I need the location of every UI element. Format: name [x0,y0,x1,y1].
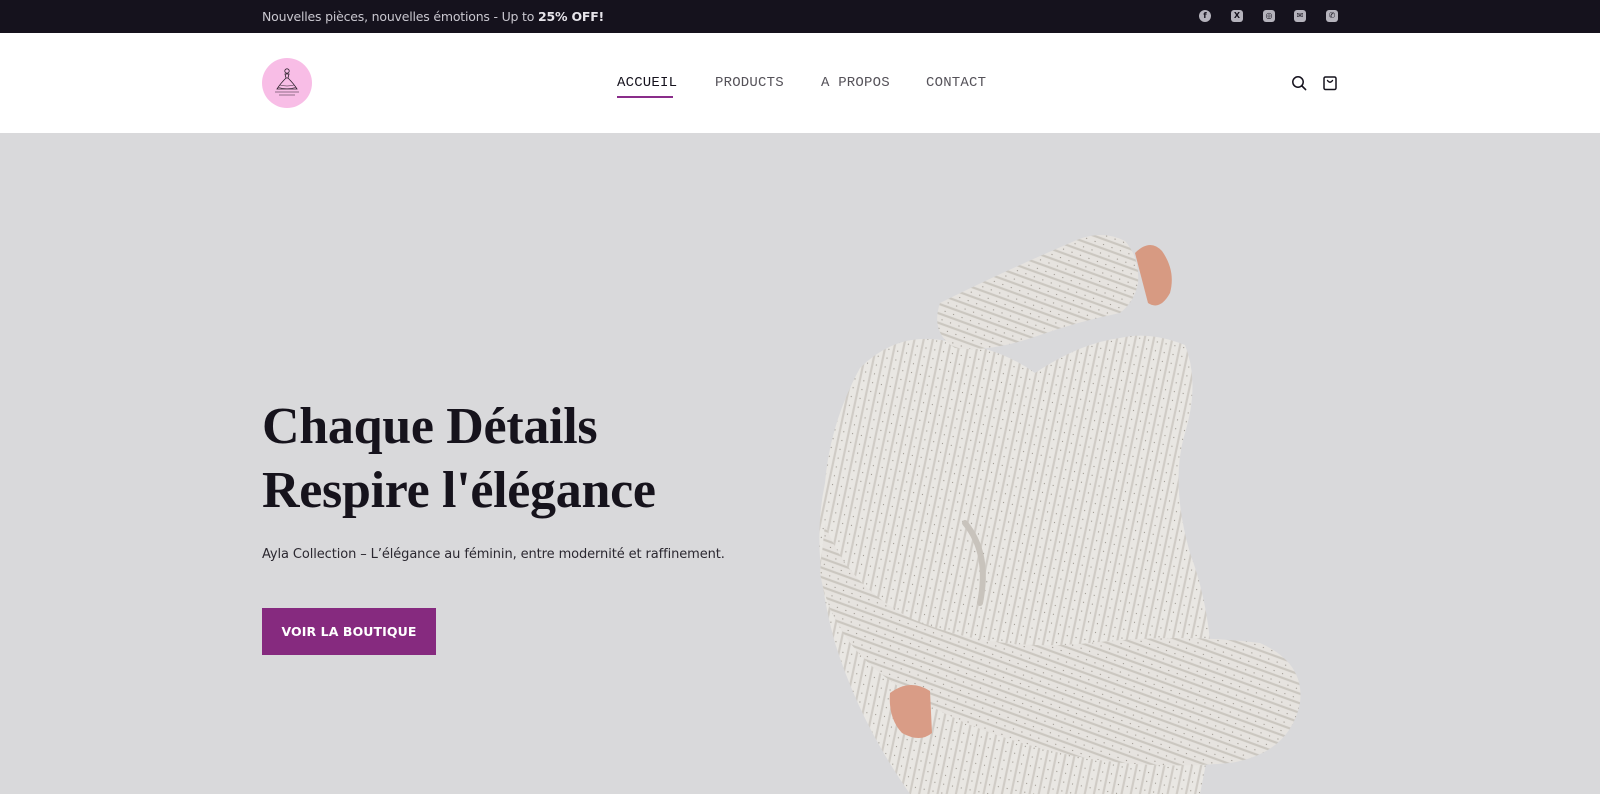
hero-headline-line2: Respire l'élégance [262,462,656,519]
nav-products[interactable]: PRODUCTS [715,75,784,91]
mail-icon[interactable]: ✉ [1294,10,1306,22]
announcement-bar: Nouvelles pièces, nouvelles émotions - U… [0,0,1600,33]
x-icon[interactable]: X [1231,10,1243,22]
hero-section: Chaque Détails Respire l'élégance Ayla C… [0,133,1600,794]
hero-sweater-image [819,234,1301,794]
announcement-text: Nouvelles pièces, nouvelles émotions - U… [262,9,604,24]
hero-subtitle: Ayla Collection – L’élégance au féminin,… [262,547,725,562]
search-icon[interactable] [1291,75,1307,91]
site-header: ACCUEIL PRODUCTS A PROPOS CONTACT [0,33,1600,133]
brand-logo[interactable] [262,58,312,108]
phone-icon[interactable]: ✆ [1326,10,1338,22]
nav-accueil[interactable]: ACCUEIL [617,75,677,91]
hero-headline-line1: Chaque Détails [262,398,598,455]
discount-highlight: 25% OFF! [537,9,605,24]
logo-dress-graphic [275,68,299,96]
shopping-bag-icon[interactable] [1322,75,1338,91]
facebook-icon[interactable]: f [1199,10,1211,22]
announcement-message: Nouvelles pièces, nouvelles émotions - U… [262,9,538,24]
shop-button[interactable]: VOIR LA BOUTIQUE [262,608,436,655]
instagram-icon[interactable]: ◎ [1263,10,1275,22]
nav-contact[interactable]: CONTACT [926,75,986,91]
active-nav-indicator [617,96,673,98]
nav-a-propos[interactable]: A PROPOS [821,75,890,91]
